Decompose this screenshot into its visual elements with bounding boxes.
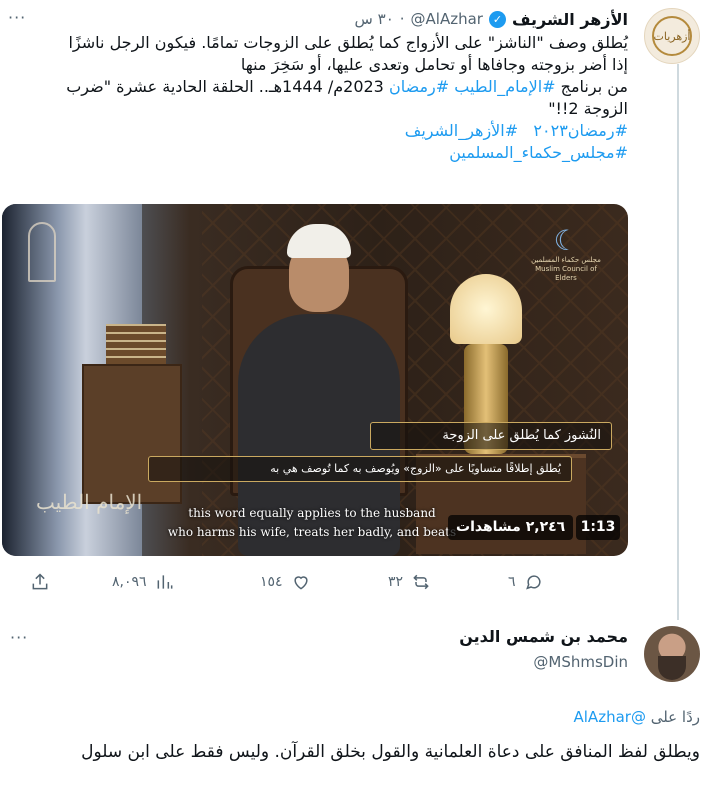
tweet-text-line: الزوجة 2!!": [548, 99, 628, 118]
retweet-icon: [413, 574, 429, 590]
hashtag-link[interactable]: #مجلس_حكماء_المسلمين: [449, 143, 628, 162]
video-player[interactable]: ☾ مجلس حكماء المسلمين Muslim Council of …: [2, 204, 628, 556]
more-options-icon[interactable]: ···: [8, 8, 26, 27]
crescent-icon: ☾: [553, 224, 579, 257]
tweet-header: الأزهر الشريف ✓ @AlAzhar · ٣٠ س: [8, 8, 628, 30]
duration-badge: 1:13: [576, 515, 620, 540]
tweet-text-line: يُطلق وصف "الناشز" على الأزواج كما يُطلق…: [68, 33, 628, 52]
tweet-text-line: من برنامج #الإمام_الطيب #رمضان 2023م/ 14…: [8, 76, 628, 98]
hashtag-link[interactable]: #رمضان: [389, 77, 449, 96]
separator-dot: ·: [399, 10, 405, 28]
tweet-time[interactable]: ٣٠ س: [355, 10, 394, 28]
replying-to-link[interactable]: @AlAzhar: [574, 708, 646, 726]
text-segment: من برنامج: [555, 77, 628, 96]
like-button[interactable]: ١٥٤: [260, 566, 311, 598]
text-segment: 2023م/ 1444هـ.. الحلقة الحادية عشرة "ضرب: [66, 77, 389, 96]
lamp-shade: [450, 274, 522, 344]
alazhar-logo: أزهريات: [652, 16, 692, 56]
hashtag-link[interactable]: #الإمام_الطيب: [454, 77, 555, 96]
reply-header: محمد بن شمس الدين @MShmsDin: [459, 626, 628, 672]
side-table: [82, 364, 182, 504]
caption-title: النُشوز كما يُطلق على الزوجة: [370, 422, 612, 450]
reply-author-handle[interactable]: @MShmsDin: [459, 652, 628, 672]
tweet-content: الأزهر الشريف ✓ @AlAzhar · ٣٠ س ··· يُطل…: [8, 8, 628, 164]
english-subtitle: this word equally applies to the husband…: [162, 504, 462, 542]
caption-subtitle: يُطلق إطلاقًا متساويًا على «الزوج» ويُوص…: [148, 456, 572, 482]
comment-icon: [525, 575, 541, 590]
subtitle-line: this word equally applies to the husband: [188, 506, 436, 520]
author-handle[interactable]: @AlAzhar: [411, 10, 483, 28]
council-name-ar: مجلس حكماء المسلمين: [531, 256, 601, 264]
council-logo: ☾ مجلس حكماء المسلمين Muslim Council of …: [526, 226, 606, 283]
author-avatar[interactable]: أزهريات: [644, 8, 700, 64]
subtitle-line: who harms his wife, treats her badly, an…: [167, 525, 457, 539]
more-options-icon[interactable]: ···: [10, 628, 28, 647]
hashtag-link[interactable]: #رمضان٢٠٢٣: [533, 121, 628, 140]
book-stack: [106, 324, 166, 364]
avatar-beard: [658, 656, 686, 680]
tweet-text-line: إذا أضر بزوجته وجافاها أو تحامل وتعدى عل…: [240, 55, 628, 74]
retweet-count: ٣٢: [388, 574, 404, 590]
reply-author-name[interactable]: محمد بن شمس الدين: [459, 626, 628, 648]
tweet[interactable]: أزهريات الأزهر الشريف ✓ @AlAzhar · ٣٠ س …: [0, 0, 706, 620]
views-count: ٨,٠٩٦: [112, 574, 147, 590]
replying-to: ردًا على @AlAzhar: [574, 708, 701, 726]
author-name[interactable]: الأزهر الشريف: [512, 10, 628, 29]
view-count-badge: ٢,٢٤٦ مشاهدات: [448, 515, 574, 540]
program-calligraphy: الإمام الطيب: [36, 490, 143, 514]
hashtag-row: #رمضان٢٠٢٣ #الأزهر_الشريف: [8, 120, 628, 142]
analytics-icon: [157, 575, 172, 589]
reply-text: ويطلق لفظ المنافق على دعاة العلمانية وال…: [81, 742, 700, 762]
hashtag-link[interactable]: #الأزهر_الشريف: [405, 121, 518, 140]
hashtag-row: #مجلس_حكماء_المسلمين: [8, 142, 628, 164]
verified-badge-icon: ✓: [488, 10, 506, 28]
action-bar: ٨,٠٩٦ ١٥٤ ٣٢ ٦: [2, 566, 628, 598]
reply-tweet[interactable]: ··· محمد بن شمس الدين @MShmsDin ردًا على…: [0, 610, 706, 800]
reply-author-avatar[interactable]: [644, 626, 700, 682]
reply-button[interactable]: ٦: [508, 566, 544, 598]
views-button[interactable]: ٨,٠٩٦: [112, 566, 175, 598]
heart-icon: [293, 576, 308, 590]
alazhar-watermark-icon: [28, 222, 56, 282]
replying-prefix: ردًا على: [650, 708, 700, 726]
share-button[interactable]: [30, 566, 50, 598]
retweet-button[interactable]: ٣٢: [388, 566, 431, 598]
tweet-text: يُطلق وصف "الناشز" على الأزواج كما يُطلق…: [8, 32, 628, 164]
reply-count: ٦: [508, 574, 516, 590]
thread-line: [677, 64, 679, 620]
like-count: ١٥٤: [260, 574, 283, 590]
council-name-en: Muslim Council of Elders: [535, 265, 597, 282]
share-icon: [32, 573, 48, 590]
